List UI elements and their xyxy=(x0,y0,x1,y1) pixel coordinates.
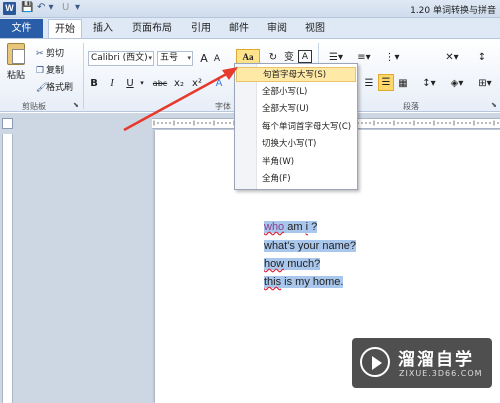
ribbon-tabs: 文件 开始 插入 页面布局 引用 邮件 审阅 视图 xyxy=(0,18,500,38)
font-name-select[interactable]: Calibri (西文) ▾ xyxy=(88,51,154,66)
tab-file[interactable]: 文件 xyxy=(0,19,43,38)
document-line[interactable]: this is my home. xyxy=(264,274,344,290)
copy-label: 复制 xyxy=(46,66,65,76)
tab-references[interactable]: 引用 xyxy=(184,19,218,38)
scissors-icon: ✂ xyxy=(36,49,44,59)
tab-page-layout[interactable]: 页面布局 xyxy=(124,19,180,38)
tab-home[interactable]: 开始 xyxy=(48,19,82,38)
subscript-button[interactable]: x₂ xyxy=(172,76,186,91)
doc-word: ? xyxy=(308,221,318,233)
redo-icon[interactable]: U xyxy=(62,2,69,13)
grow-font-button[interactable]: A xyxy=(198,51,210,66)
document-line[interactable]: who am i ? xyxy=(264,219,318,235)
change-case-menu: 句首字母大写(S) 全部小写(L) 全部大写(U) 每个单词首字母大写(C) 切… xyxy=(234,63,358,190)
paste-label: 粘贴 xyxy=(6,71,25,81)
doc-word: how xyxy=(264,258,285,270)
multilevel-list-icon[interactable]: ⋮▾ xyxy=(380,50,404,65)
strikethrough-button[interactable]: abc xyxy=(150,76,170,91)
paste-button[interactable]: 粘贴 xyxy=(4,43,28,97)
font-name-value: Calibri (西文) xyxy=(91,53,148,63)
menu-item-capitalize-each-word[interactable]: 每个单词首字母大写(C) xyxy=(236,120,356,135)
word-app-icon[interactable]: W xyxy=(3,2,16,15)
watermark-subtitle: ZIXUE.3D66.COM xyxy=(399,369,483,378)
underline-options-icon[interactable]: ▾ xyxy=(138,76,146,91)
doc-word: is my home. xyxy=(281,276,344,288)
doc-word: much? xyxy=(284,258,321,270)
brush-icon: 🖌 xyxy=(36,83,48,93)
clipboard-launcher-icon[interactable]: ⬊ xyxy=(73,101,79,109)
menu-item-full-width[interactable]: 全角(F) xyxy=(236,172,356,187)
doc-word: am xyxy=(284,221,306,233)
play-logo-icon xyxy=(360,347,390,377)
char-border-button[interactable]: A xyxy=(298,50,312,63)
paragraph-group-label: 段落 xyxy=(403,102,419,111)
customize-qat-icon[interactable]: ▾ xyxy=(75,2,80,13)
cut-button[interactable]: ✂ 剪切 xyxy=(36,46,64,59)
document-line[interactable]: what's your name? xyxy=(264,238,356,254)
tab-mailings[interactable]: 邮件 xyxy=(222,19,256,38)
doc-word: who xyxy=(264,221,285,233)
change-case-label: Aa xyxy=(242,52,254,62)
doc-word: this xyxy=(264,276,282,288)
shading-icon[interactable]: ◈▾ xyxy=(446,76,468,91)
watermark-title: 溜溜自学 xyxy=(398,350,474,370)
divider xyxy=(83,43,84,109)
text-effects-icon[interactable]: A xyxy=(212,76,226,91)
line-spacing-icon[interactable]: ↕▾ xyxy=(418,76,440,91)
title-bar: W 💾 ↶ ▾ U ▾ 1.20 单词转换与拼音 xyxy=(0,0,500,18)
vertical-ruler[interactable] xyxy=(2,134,13,403)
borders-icon[interactable]: ⊞▾ xyxy=(474,76,496,91)
clipboard-icon xyxy=(7,43,25,65)
menu-item-uppercase[interactable]: 全部大写(U) xyxy=(236,102,356,117)
chinese-layout-icon[interactable]: ✕▾ xyxy=(440,50,464,65)
font-size-select[interactable]: 五号 ▾ xyxy=(157,51,193,66)
menu-item-sentence-case[interactable]: 句首字母大写(S) xyxy=(236,67,356,82)
chevron-down-icon: ▾ xyxy=(148,54,152,62)
menu-item-lowercase[interactable]: 全部小写(L) xyxy=(236,85,356,100)
clipboard-group-label: 剪贴板 xyxy=(22,102,46,111)
tab-review[interactable]: 审阅 xyxy=(260,19,294,38)
undo-icon[interactable]: ↶ ▾ xyxy=(37,2,54,13)
save-icon[interactable]: 💾 xyxy=(21,2,33,13)
bold-button[interactable]: B xyxy=(88,76,100,91)
document-line[interactable]: how much? xyxy=(264,256,321,272)
tab-insert[interactable]: 插入 xyxy=(86,19,120,38)
font-group-label: 字体 xyxy=(215,102,231,111)
superscript-button[interactable]: x² xyxy=(190,76,204,91)
shrink-font-button[interactable]: A xyxy=(212,52,222,67)
copy-button[interactable]: ❐ 复制 xyxy=(36,63,64,76)
italic-button[interactable]: I xyxy=(106,76,118,91)
menu-item-toggle-case[interactable]: 切换大小写(T) xyxy=(236,137,356,152)
sort-icon[interactable]: ↕ xyxy=(470,50,494,65)
distributed-icon[interactable]: ▦ xyxy=(396,76,410,91)
align-right-icon[interactable]: ☰ xyxy=(362,76,376,91)
menu-item-half-width[interactable]: 半角(W) xyxy=(236,155,356,170)
format-painter-label: 格式刷 xyxy=(46,83,74,93)
copy-icon: ❐ xyxy=(36,66,45,76)
window-title: 1.20 单词转换与拼音 xyxy=(410,6,496,16)
paragraph-launcher-icon[interactable]: ⬊ xyxy=(491,101,497,109)
chevron-down-icon: ▾ xyxy=(187,54,191,62)
font-size-value: 五号 xyxy=(160,53,179,63)
watermark-badge: 溜溜自学 ZIXUE.3D66.COM xyxy=(352,338,492,388)
tab-selector[interactable] xyxy=(2,118,13,129)
underline-button[interactable]: U xyxy=(124,76,136,91)
justify-icon[interactable]: ☰ xyxy=(378,74,394,91)
doc-text: what's your name? xyxy=(264,240,356,252)
cut-label: 剪切 xyxy=(46,49,65,59)
format-painter-button[interactable]: 🖌格式刷 xyxy=(36,80,73,93)
tab-view[interactable]: 视图 xyxy=(298,19,332,38)
